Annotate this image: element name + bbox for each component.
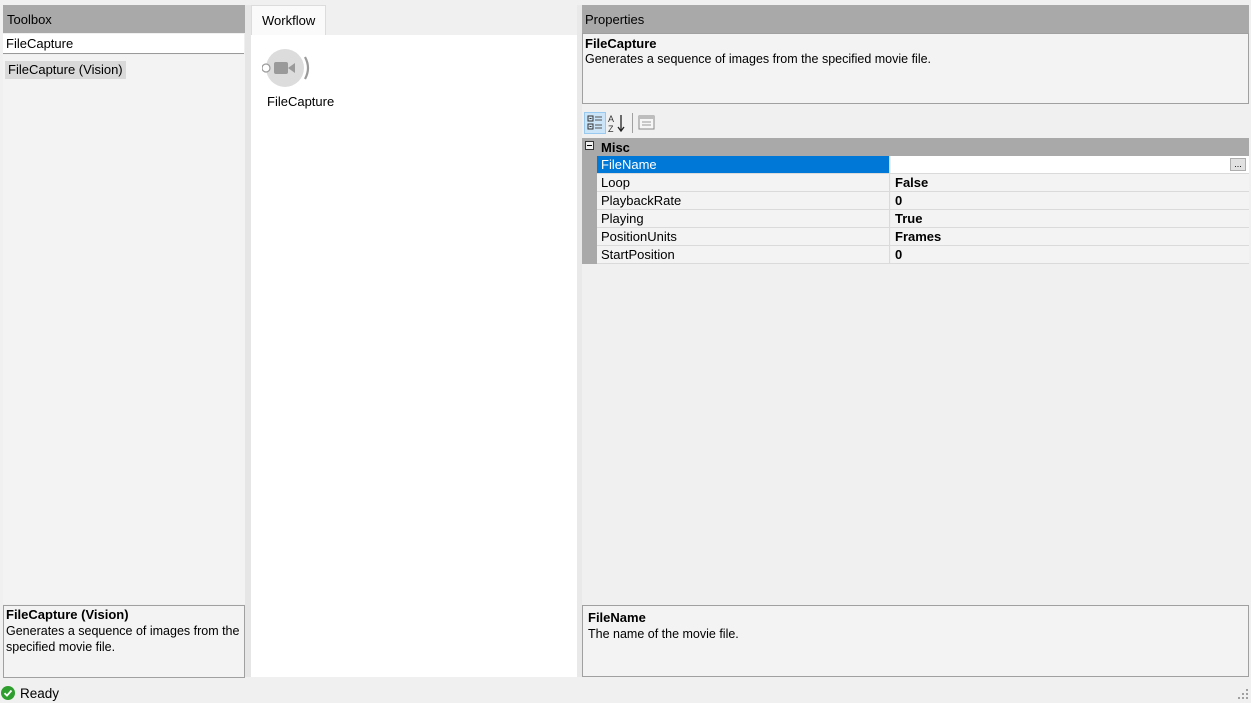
tab-workflow[interactable]: Workflow (251, 5, 326, 35)
property-name: FileName (597, 156, 890, 173)
camera-icon (261, 49, 310, 87)
property-value[interactable]: 0 (891, 192, 1249, 209)
property-row-positionunits[interactable]: PositionUnits Frames (597, 228, 1249, 246)
property-row-loop[interactable]: Loop False (597, 174, 1249, 192)
categorized-icon (587, 115, 602, 130)
svg-text:A: A (608, 114, 614, 124)
property-value-field[interactable]: ... (891, 156, 1249, 173)
property-row-playbackrate[interactable]: PlaybackRate 0 (597, 192, 1249, 210)
property-name: PositionUnits (597, 228, 890, 245)
categorized-button[interactable] (584, 112, 606, 134)
selected-object-description: FileCapture Generates a sequence of imag… (582, 33, 1249, 104)
tab-workflow-label: Workflow (262, 13, 316, 28)
properties-header: Properties (582, 5, 1249, 33)
workflow-canvas[interactable] (251, 35, 577, 677)
toolbox-search-input[interactable] (3, 34, 244, 54)
property-value[interactable]: True (891, 210, 1249, 227)
toolbar-separator (632, 113, 633, 133)
property-name: PlaybackRate (597, 192, 890, 209)
property-help-panel: FileName The name of the movie file. (582, 605, 1249, 677)
toolbox-item-filecapture-vision[interactable]: FileCapture (Vision) (5, 61, 126, 79)
property-row-playing[interactable]: Playing True (597, 210, 1249, 228)
browse-button[interactable]: ... (1230, 158, 1246, 171)
property-name: StartPosition (597, 246, 890, 263)
toolbox-header: Toolbox (3, 5, 245, 33)
resize-grip-icon[interactable] (1237, 688, 1249, 700)
category-misc-row[interactable] (582, 138, 1249, 156)
workflow-node-label: FileCapture (267, 94, 335, 109)
selected-object-text: Generates a sequence of images from the … (585, 52, 932, 66)
property-row-startposition[interactable]: StartPosition 0 (597, 246, 1249, 264)
workflow-node-filecapture[interactable] (261, 48, 312, 88)
category-misc-label: Misc (601, 140, 630, 155)
toolbox-results-list (3, 55, 245, 604)
property-help-text: The name of the movie file. (588, 627, 739, 641)
alphabetical-sort-icon: A Z (608, 114, 625, 134)
property-value[interactable]: Frames (891, 228, 1249, 245)
property-row-filename[interactable]: FileName ... (597, 156, 1249, 174)
collapse-icon[interactable] (585, 141, 594, 150)
properties-title: Properties (585, 12, 645, 27)
property-value[interactable]: 0 (891, 246, 1249, 263)
property-grid-gutter (582, 156, 597, 264)
toolbox-description-title: FileCapture (Vision) (6, 607, 129, 622)
property-pages-button[interactable] (636, 112, 658, 134)
property-name: Loop (597, 174, 890, 191)
property-name: Playing (597, 210, 890, 227)
selected-object-name: FileCapture (585, 36, 657, 51)
svg-text:Z: Z (608, 124, 614, 134)
toolbox-title: Toolbox (7, 12, 52, 27)
check-circle-icon (1, 686, 15, 700)
right-splitter[interactable] (577, 5, 582, 677)
property-value[interactable]: False (891, 174, 1249, 191)
alphabetical-button[interactable]: A Z (606, 112, 628, 134)
property-help-title: FileName (588, 610, 646, 625)
status-text: Ready (20, 686, 60, 701)
toolbox-description-text: Generates a sequence of images from the … (6, 624, 240, 654)
toolbox-description-panel: FileCapture (Vision) Generates a sequenc… (3, 605, 245, 678)
status-bar (0, 684, 1251, 702)
property-pages-icon (638, 115, 655, 130)
